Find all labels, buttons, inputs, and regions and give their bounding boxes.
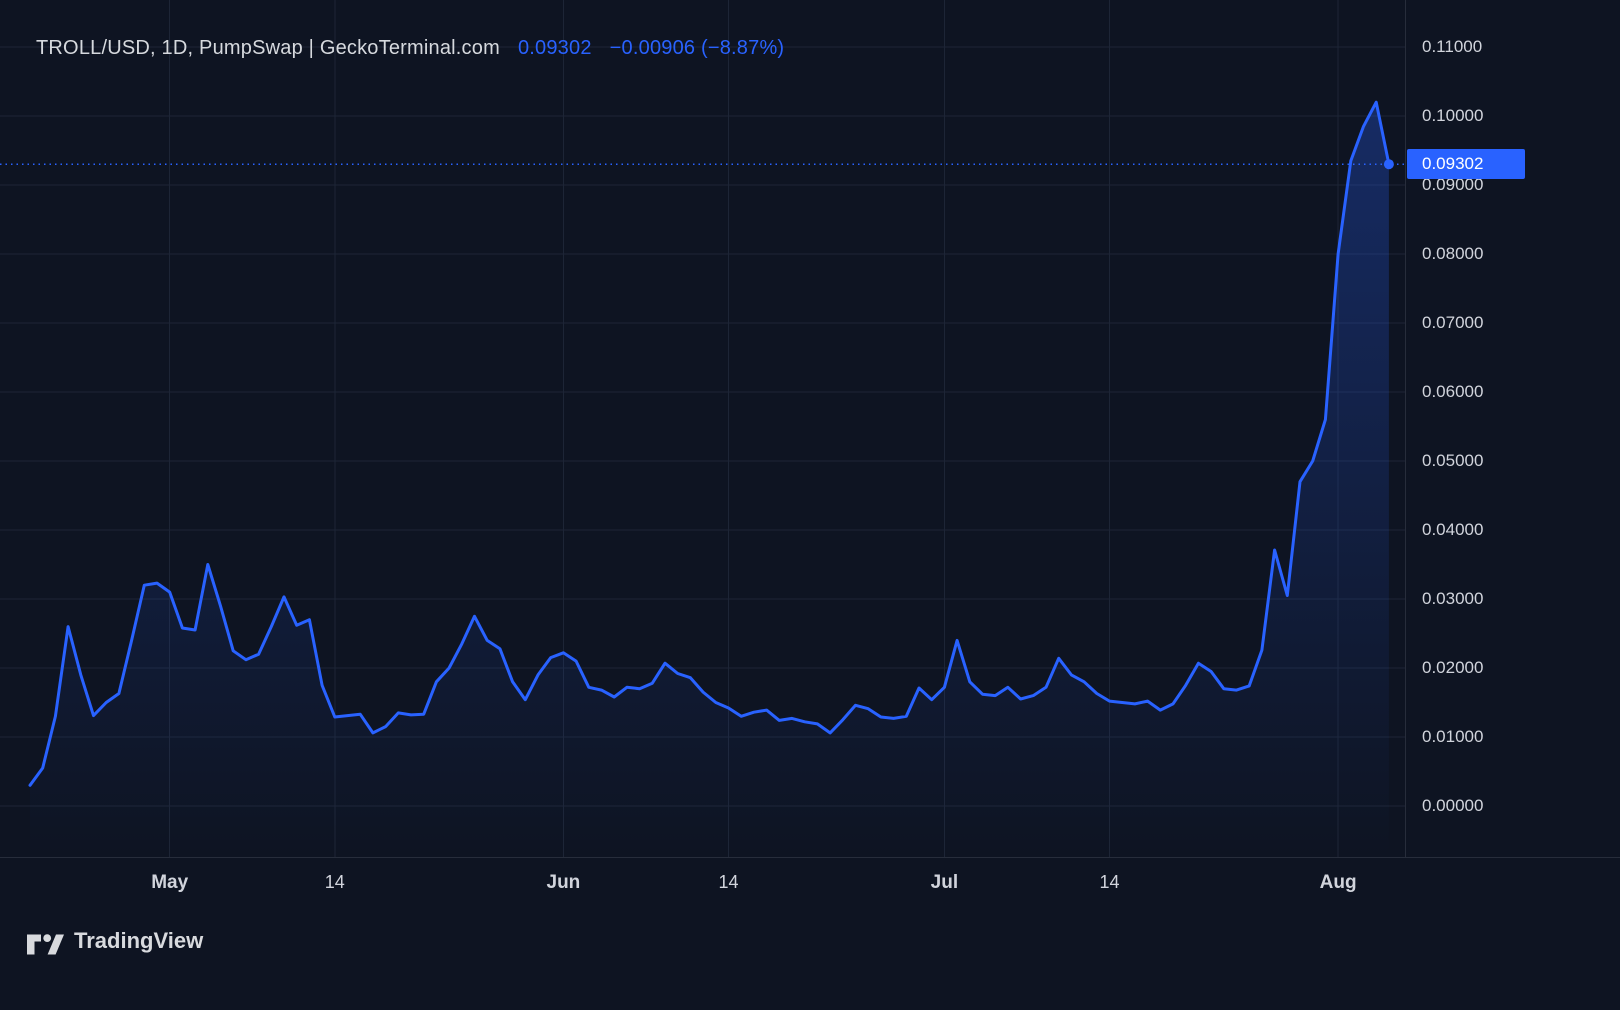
price-scale-label: 0.04000 (1422, 520, 1483, 540)
price-scale-label: 0.08000 (1422, 244, 1483, 264)
time-scale-label: 14 (718, 872, 738, 893)
price-scale-label: 0.05000 (1422, 451, 1483, 471)
time-scale-label: Aug (1320, 872, 1357, 894)
last-price-marker (1384, 159, 1394, 169)
time-scale-label: Jun (547, 872, 581, 894)
price-axis[interactable]: 0.09302 0.110000.100000.090000.080000.07… (1406, 0, 1620, 857)
symbol-title[interactable]: TROLL/USD, 1D, PumpSwap | GeckoTerminal.… (36, 37, 500, 60)
time-scale-label: May (151, 872, 188, 894)
tradingview-chart-window: TROLL/USD, 1D, PumpSwap | GeckoTerminal.… (0, 0, 1620, 1010)
price-scale-label: 0.07000 (1422, 313, 1483, 333)
price-chart-pane[interactable] (0, 0, 1405, 857)
last-price-badge: 0.09302 (1407, 149, 1525, 179)
time-scale-label: Jul (931, 872, 958, 894)
price-scale-label: 0.06000 (1422, 382, 1483, 402)
time-scale-label: 14 (1099, 872, 1119, 893)
price-change-value: −0.00906 (−8.87%) (610, 37, 785, 60)
last-price-value: 0.09302 (518, 37, 592, 60)
chart-legend: TROLL/USD, 1D, PumpSwap | GeckoTerminal.… (36, 37, 784, 60)
price-scale-label: 0.11000 (1422, 37, 1482, 57)
time-axis[interactable]: May 14 Jun 14 Jul 14 Aug (0, 858, 1620, 912)
tradingview-logo-text: TradingView (74, 928, 203, 954)
price-scale-label: 0.00000 (1422, 796, 1483, 816)
tradingview-logo-icon (27, 927, 64, 955)
price-scale-label: 0.03000 (1422, 589, 1483, 609)
price-scale-label: 0.02000 (1422, 658, 1483, 678)
time-scale-label: 14 (325, 872, 345, 893)
price-scale-label: 0.10000 (1422, 106, 1483, 126)
tradingview-logo[interactable]: TradingView (27, 927, 203, 955)
price-scale-label: 0.01000 (1422, 727, 1483, 747)
price-area-fill (30, 102, 1389, 857)
